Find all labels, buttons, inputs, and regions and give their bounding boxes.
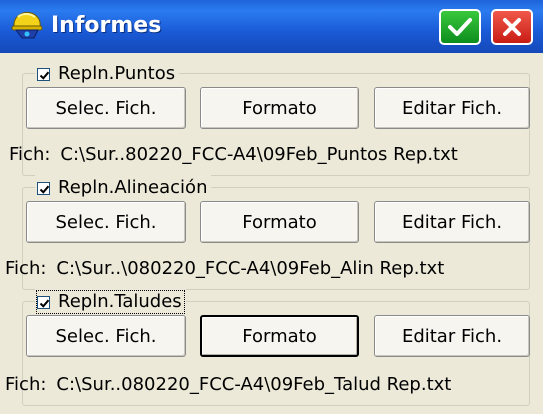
file-label: Fich: xyxy=(5,374,47,395)
file-path-row: Fich: C:\Sur..80220_FCC-A4\09Feb_Puntos R… xyxy=(9,144,458,166)
format-button[interactable]: Formato xyxy=(200,87,359,129)
file-path: C:\Sur..80220_FCC-A4\09Feb_Puntos Rep.tx… xyxy=(60,144,458,165)
file-path-row: Fich: C:\Sur..080220_FCC-A4\09Feb_Talud R… xyxy=(5,374,451,396)
file-path-row: Fich: C:\Sur..\080220_FCC-A4\09Feb_Alin R… xyxy=(5,258,444,280)
checkmark-icon xyxy=(39,71,50,80)
window-title: Informes xyxy=(51,13,162,38)
checkbox-repln-puntos[interactable] xyxy=(37,67,50,81)
select-file-button[interactable]: Selec. Fich. xyxy=(26,201,186,243)
file-path: C:\Sur..\080220_FCC-A4\09Feb_Alin Rep.tx… xyxy=(56,258,445,279)
checkmark-icon xyxy=(39,185,50,194)
file-path: C:\Sur..080220_FCC-A4\09Feb_Talud Rep.tx… xyxy=(56,374,452,395)
survey-helmet-icon xyxy=(11,12,43,39)
title-bar: Informes xyxy=(0,0,543,53)
group-repln-puntos: Repln.Puntos Selec. Fich. Formato Editar… xyxy=(9,61,530,176)
group-label: Repln.Taludes xyxy=(58,291,182,312)
select-file-button[interactable]: Selec. Fich. xyxy=(26,87,186,129)
format-button[interactable]: Formato xyxy=(200,201,359,243)
ok-button[interactable] xyxy=(439,9,481,45)
group-label: Repln.Alineación xyxy=(58,177,208,198)
edit-file-button[interactable]: Editar Fich. xyxy=(374,315,530,357)
group-legend[interactable]: Repln.Puntos xyxy=(35,61,180,87)
group-label: Repln.Puntos xyxy=(58,63,176,84)
checkmark-icon xyxy=(39,299,50,308)
group-repln-taludes: Repln.Taludes Selec. Fich. Formato Edita… xyxy=(5,289,530,406)
checkbox-repln-taludes[interactable] xyxy=(37,295,50,309)
edit-file-button[interactable]: Editar Fich. xyxy=(374,201,530,243)
file-label: Fich: xyxy=(9,144,51,165)
file-label: Fich: xyxy=(5,258,47,279)
check-icon xyxy=(448,18,472,36)
group-repln-alineacion: Repln.Alineación Selec. Fich. Formato Ed… xyxy=(5,175,530,290)
checkbox-repln-alineacion[interactable] xyxy=(37,181,50,195)
close-icon xyxy=(503,18,521,36)
format-button[interactable]: Formato xyxy=(200,315,359,357)
group-legend[interactable]: Repln.Taludes xyxy=(35,289,186,315)
close-button[interactable] xyxy=(491,9,533,45)
edit-file-button[interactable]: Editar Fich. xyxy=(374,87,530,129)
select-file-button[interactable]: Selec. Fich. xyxy=(26,315,186,357)
group-legend[interactable]: Repln.Alineación xyxy=(35,175,212,201)
